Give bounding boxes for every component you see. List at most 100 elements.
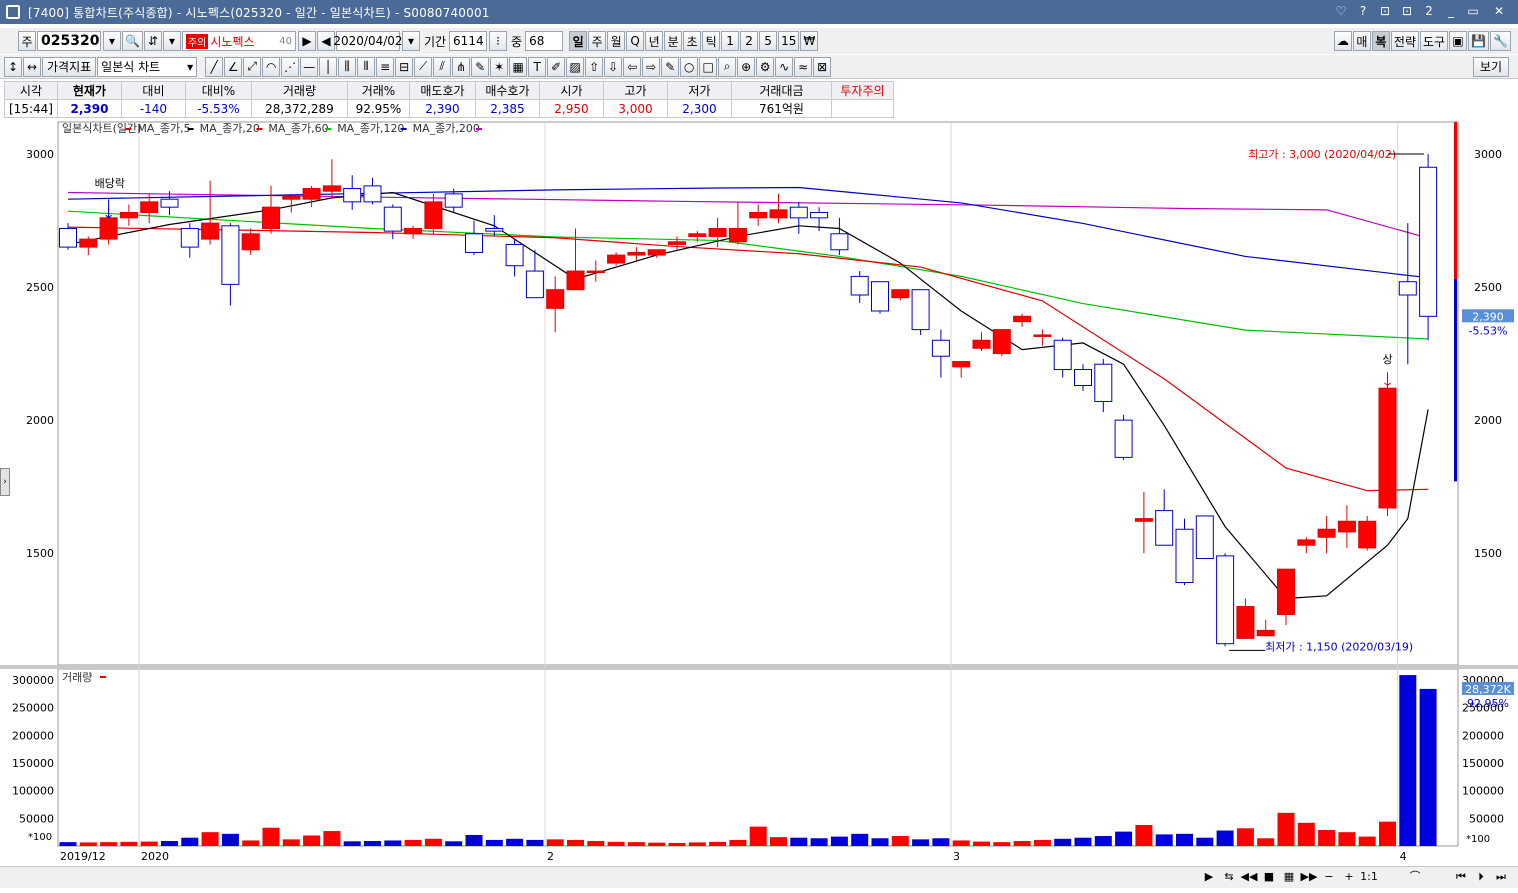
arrow-up-icon[interactable]: ↕ xyxy=(4,56,22,77)
next-stock-icon[interactable]: ▶ xyxy=(297,31,316,51)
period-spin-icon[interactable]: ⁝ xyxy=(489,31,508,51)
stock-code-input[interactable]: 025320 xyxy=(37,31,101,51)
up-arrow-icon[interactable]: ⇧ xyxy=(585,56,604,77)
circle-icon[interactable]: ○ xyxy=(680,56,699,77)
value-high: 3,000 xyxy=(602,99,668,118)
market-type-button[interactable]: 주 xyxy=(18,31,36,51)
down-arrow-icon[interactable]: ⇩ xyxy=(604,56,623,77)
interval-15[interactable]: 15 xyxy=(778,31,800,51)
favorite-icon[interactable]: ♡ xyxy=(1332,3,1350,19)
angle-line-icon[interactable]: ∠ xyxy=(224,56,243,77)
play-icon[interactable]: ⏵ xyxy=(1472,869,1490,885)
count-input[interactable]: 68 xyxy=(525,31,564,51)
interval-year[interactable]: 년 xyxy=(645,31,664,51)
delete-icon[interactable]: ⊠ xyxy=(813,56,832,77)
magic-icon[interactable]: ✶ xyxy=(490,56,509,77)
note-icon[interactable]: ✐ xyxy=(547,56,566,77)
zoom-out-icon[interactable]: − xyxy=(1320,869,1338,885)
zoom-in-icon[interactable]: + xyxy=(1340,869,1358,885)
left-arrow-icon[interactable]: ⇦ xyxy=(623,56,642,77)
arrow-lr-icon[interactable]: ↔ xyxy=(23,56,41,77)
image-icon[interactable]: ▨ xyxy=(566,56,585,77)
arc-icon[interactable]: ◠ xyxy=(262,56,281,77)
calendar-dropdown-icon[interactable]: ▾ xyxy=(401,31,420,51)
wave-icon[interactable]: ∿ xyxy=(775,56,794,77)
interval-quarter[interactable]: Q xyxy=(626,31,645,51)
interval-week[interactable]: 주 xyxy=(588,31,607,51)
side-panel-toggle[interactable]: › xyxy=(0,468,10,496)
scroll-slider[interactable]: ⌒ xyxy=(1380,869,1450,885)
chart-type-select[interactable]: 일본식 차트 ▾ xyxy=(97,56,198,77)
volume-bar xyxy=(140,841,158,846)
settings-icon[interactable]: ⚙ xyxy=(756,56,775,77)
pencil-icon[interactable]: ✎ xyxy=(471,56,490,77)
minimize-button[interactable]: _ xyxy=(1442,3,1460,19)
period-input[interactable]: 6114 xyxy=(449,31,488,51)
screen-icon[interactable]: ⊡ xyxy=(1398,3,1416,19)
list-dropdown-icon[interactable]: ▾ xyxy=(162,31,181,51)
parallel-icon[interactable]: ⫽ xyxy=(433,56,452,77)
reset-icon[interactable]: ⇆ xyxy=(1220,869,1238,885)
fan-icon[interactable]: ⋰ xyxy=(281,56,300,77)
save-icon[interactable]: 💾 xyxy=(1468,31,1490,51)
link-number-button[interactable]: 2 xyxy=(1420,3,1438,19)
interval-day[interactable]: 일 xyxy=(569,31,588,51)
currency-button[interactable]: ₩ xyxy=(800,31,819,51)
close-button[interactable]: ✕ xyxy=(1486,3,1512,19)
regression-icon[interactable]: ⟋ xyxy=(414,56,433,77)
code-dropdown-icon[interactable]: ▾ xyxy=(103,31,121,51)
rectangle-icon[interactable]: □ xyxy=(699,56,718,77)
settings-wrench-icon[interactable]: 🔧 xyxy=(1490,31,1511,51)
pitchfork-icon[interactable]: ⋔ xyxy=(452,56,471,77)
zoom-icon[interactable]: ⌕ xyxy=(718,56,737,77)
forward-icon[interactable]: ▶▶ xyxy=(1300,869,1318,885)
ratio-icon[interactable]: 1:1 xyxy=(1360,869,1378,885)
header-caution: 투자주의 xyxy=(830,81,894,100)
edit-icon[interactable]: ✎ xyxy=(661,56,680,77)
date-input[interactable]: 2020/04/02 xyxy=(333,31,403,51)
prev-stock-icon[interactable]: ◀ xyxy=(316,31,335,51)
zoom-select-icon[interactable]: ⊕ xyxy=(737,56,756,77)
grid-icon[interactable]: ▦ xyxy=(1280,869,1298,885)
first-icon[interactable]: ⏮ xyxy=(1452,869,1470,885)
stop-icon[interactable]: ■ xyxy=(1260,869,1278,885)
chart-area[interactable]: 2019/12 2020 2 3 4 1500 1500 2000 2000 2500 2500 30… xyxy=(0,118,1518,884)
text-icon[interactable]: T xyxy=(528,56,547,77)
horizontal-line-icon[interactable]: — xyxy=(300,56,319,77)
single-view-button[interactable]: 매 xyxy=(1352,31,1371,51)
stock-chart-svg[interactable]: 2019/12 2020 2 3 4 1500 1500 2000 2000 2500 2500 30… xyxy=(0,118,1518,866)
fibonacci-retrace-icon[interactable]: ≡ xyxy=(376,56,395,77)
channel-icon[interactable]: ⊟ xyxy=(395,56,414,77)
help-icon[interactable]: ? xyxy=(1354,3,1372,19)
cloud-icon[interactable]: ☁ xyxy=(1333,31,1352,51)
wave2-icon[interactable]: ≈ xyxy=(794,56,813,77)
stock-name-field[interactable]: 주의 시노펙스 40 xyxy=(181,31,296,51)
interval-2[interactable]: 2 xyxy=(740,31,759,51)
interval-second[interactable]: 초 xyxy=(683,31,702,51)
open-folder-icon[interactable]: ▣ xyxy=(1449,31,1468,51)
right-arrow-icon[interactable]: ⇨ xyxy=(642,56,661,77)
interval-month[interactable]: 월 xyxy=(607,31,626,51)
price-indicator-button[interactable]: 가격지표 xyxy=(42,56,97,77)
cycle-lines-icon[interactable]: ⫼ xyxy=(338,56,357,77)
extend-line-icon[interactable]: ⤢ xyxy=(243,56,262,77)
sort-icon[interactable]: ⇵ xyxy=(143,31,162,51)
view-button[interactable]: 보기 xyxy=(1472,56,1509,77)
interval-1[interactable]: 1 xyxy=(721,31,740,51)
interval-5[interactable]: 5 xyxy=(759,31,778,51)
last-icon[interactable]: ⏭ xyxy=(1492,869,1510,885)
interval-tick[interactable]: 틱 xyxy=(702,31,721,51)
color-icon[interactable]: ▦ xyxy=(509,56,528,77)
tools-button[interactable]: 도구 xyxy=(1420,31,1449,51)
trendline-icon[interactable]: ╱ xyxy=(205,56,224,77)
maximize-button[interactable]: ▭ xyxy=(1464,3,1482,19)
rewind-icon[interactable]: ◀◀ xyxy=(1240,869,1258,885)
vertical-line-icon[interactable]: │ xyxy=(319,56,338,77)
strategy-button[interactable]: 전략 xyxy=(1390,31,1419,51)
interval-minute[interactable]: 분 xyxy=(664,31,683,51)
scroll-right-icon[interactable]: ▶ xyxy=(1200,869,1218,885)
multi-view-button[interactable]: 복 xyxy=(1371,31,1390,51)
fibonacci-time-icon[interactable]: ⦀ xyxy=(357,56,376,77)
search-icon[interactable]: 🔍 xyxy=(122,31,143,51)
layout-icon[interactable]: ⊡ xyxy=(1376,3,1394,19)
